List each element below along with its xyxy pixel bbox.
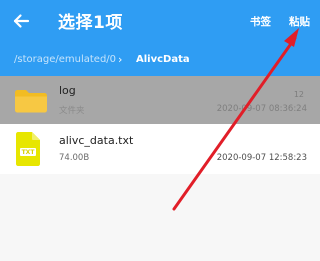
- item-date: 2020-09-07 12:58:23: [216, 153, 307, 163]
- item-count: 12: [293, 90, 304, 99]
- list-item-alivc-data-file[interactable]: TXT alivc_data.txt 74.00B 2020-09-07 12:…: [0, 124, 320, 174]
- item-size: 74.00B: [59, 153, 90, 163]
- paste-button[interactable]: 粘贴: [289, 14, 310, 29]
- item-name: log: [59, 84, 76, 97]
- top-app-bar: 选择1项 书签 粘贴: [0, 0, 320, 44]
- breadcrumb-current[interactable]: AlivcData: [136, 54, 190, 65]
- breadcrumb: /storage/emulated/0 › AlivcData: [0, 44, 320, 76]
- txt-file-icon: TXT: [16, 132, 40, 166]
- txt-badge-text: TXT: [22, 149, 36, 156]
- bookmark-button[interactable]: 书签: [250, 14, 271, 29]
- breadcrumb-root[interactable]: /storage/emulated/0: [14, 54, 116, 65]
- item-subtitle: 文件夹: [59, 106, 85, 116]
- arrow-left-icon: [13, 14, 30, 28]
- item-date: 2020-09-07 08:36:24: [216, 104, 307, 114]
- page-title: 选择1项: [58, 13, 123, 33]
- item-name: alivc_data.txt: [59, 134, 134, 147]
- list-item-log-folder[interactable]: log 文件夹 12 2020-09-07 08:36:24: [0, 76, 320, 124]
- file-list: log 文件夹 12 2020-09-07 08:36:24 TXT alivc…: [0, 76, 320, 261]
- chevron-right-icon: ›: [118, 53, 123, 66]
- back-button[interactable]: [6, 6, 36, 36]
- folder-icon: [15, 90, 47, 113]
